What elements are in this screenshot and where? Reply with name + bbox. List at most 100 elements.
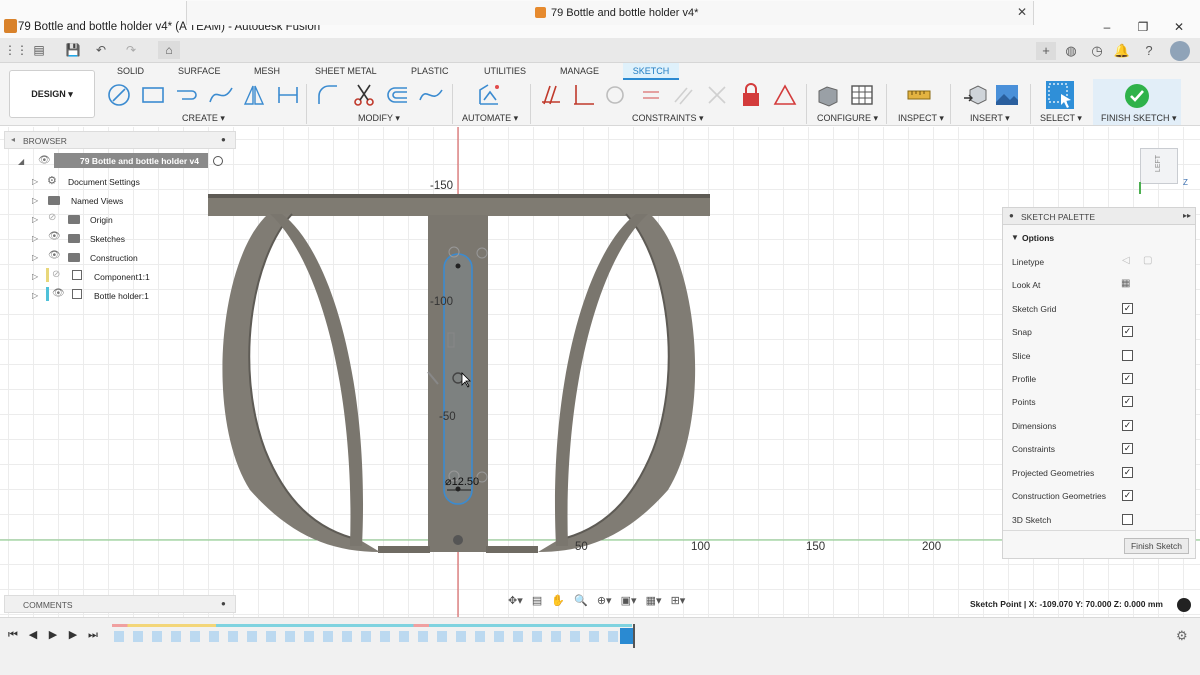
equal-constraint-icon[interactable]	[638, 82, 664, 108]
tab-sheet-metal[interactable]: SHEET METAL	[315, 66, 377, 76]
configure-table-icon[interactable]	[849, 82, 875, 108]
expand-icon[interactable]: ▷	[32, 253, 38, 262]
timeline-current-sketch[interactable]	[620, 628, 634, 644]
expand-icon[interactable]: ▷	[32, 272, 38, 281]
tab-mesh[interactable]: MESH	[254, 66, 280, 76]
undo-icon[interactable]: ↶	[92, 41, 110, 59]
comments-options-icon[interactable]: ●	[221, 599, 226, 608]
insert-group-label[interactable]: INSERT ▾	[970, 113, 1010, 124]
diameter-dimension[interactable]: ⌀12.50	[445, 475, 479, 488]
visibility-eye-icon[interactable]: 👁	[48, 231, 61, 242]
inspect-group-label[interactable]: INSPECT ▾	[898, 113, 944, 124]
timeline-last-icon[interactable]: ⏭	[86, 628, 100, 642]
timeline-play-icon[interactable]: ▶	[46, 628, 60, 642]
sketch-grid-checkbox[interactable]: ✓	[1122, 303, 1133, 314]
create-group-label[interactable]: CREATE ▾	[182, 113, 225, 124]
display-settings-icon[interactable]: ▣▾	[621, 595, 637, 607]
browser-item-bottle-holder[interactable]: Bottle holder:1	[94, 291, 149, 301]
tab-plastic[interactable]: PLASTIC	[411, 66, 449, 76]
fix-constraint-icon[interactable]	[704, 82, 730, 108]
select-group-label[interactable]: SELECT ▾	[1040, 113, 1082, 124]
triangle-constraint-icon[interactable]	[772, 82, 798, 108]
browser-item-document-settings[interactable]: Document Settings	[68, 177, 140, 187]
grid-settings-icon[interactable]: ▦▾	[646, 595, 662, 607]
lock-icon[interactable]	[738, 82, 764, 108]
tab-manage[interactable]: MANAGE	[560, 66, 599, 76]
configure-group-label[interactable]: CONFIGURE ▾	[817, 113, 878, 124]
apps-grid-icon[interactable]: ⋮⋮	[4, 41, 28, 59]
zoom-window-icon[interactable]: ⊕▾	[597, 595, 612, 607]
job-status-icon[interactable]: ◷	[1088, 42, 1106, 60]
curve-tool-icon[interactable]	[418, 82, 444, 108]
visibility-eye-icon[interactable]: 👁	[52, 288, 65, 299]
perpendicular-constraint-icon[interactable]	[570, 82, 596, 108]
browser-item-construction[interactable]: Construction	[90, 253, 138, 263]
finish-sketch-button[interactable]: Finish Sketch	[1124, 538, 1189, 554]
automate-group-label[interactable]: AUTOMATE ▾	[462, 113, 518, 124]
timeline-next-icon[interactable]: ▶	[66, 628, 80, 642]
collapse-panel-icon[interactable]: ◂	[11, 135, 15, 144]
tab-surface[interactable]: SURFACE	[178, 66, 221, 76]
redo-icon[interactable]: ↷	[122, 41, 140, 59]
projected-geometries-checkbox[interactable]: ✓	[1122, 467, 1133, 478]
points-checkbox[interactable]: ✓	[1122, 396, 1133, 407]
browser-item-named-views[interactable]: Named Views	[71, 196, 123, 206]
fillet-tool-icon[interactable]	[315, 82, 341, 108]
rectangle-tool-icon[interactable]	[140, 82, 166, 108]
options-collapse-icon[interactable]: ▼	[1011, 233, 1019, 242]
mirror-tool-icon[interactable]	[241, 82, 267, 108]
viewports-icon[interactable]: ⊞▾	[671, 595, 686, 607]
browser-options-icon[interactable]: ●	[221, 135, 226, 144]
configure-cube-icon[interactable]	[815, 82, 841, 108]
notifications-icon[interactable]: 🔔	[1113, 42, 1131, 60]
activate-radio-icon[interactable]	[213, 156, 223, 166]
insert-derive-icon[interactable]	[962, 82, 988, 108]
browser-item-sketches[interactable]: Sketches	[90, 234, 125, 244]
expand-icon[interactable]: ▷	[32, 291, 38, 300]
dimensions-checkbox[interactable]: ✓	[1122, 420, 1133, 431]
minimize-button[interactable]: –	[1096, 18, 1118, 36]
timeline-previous-icon[interactable]: ◀	[26, 628, 40, 642]
dimension-tool-icon[interactable]	[275, 82, 301, 108]
close-window-button[interactable]: ✕	[1168, 18, 1190, 36]
browser-header[interactable]: ◂ BROWSER ●	[4, 131, 236, 149]
trim-scissors-icon[interactable]	[351, 82, 377, 108]
finish-sketch-check-icon[interactable]	[1124, 83, 1150, 109]
user-avatar[interactable]	[1170, 41, 1190, 61]
sketch-palette-header[interactable]: ● SKETCH PALETTE ▸▸	[1003, 208, 1195, 225]
orbit-icon[interactable]: ✥▾	[508, 595, 523, 607]
coincident-constraint-icon[interactable]	[538, 82, 564, 108]
hidden-eye-icon[interactable]: ⊘	[48, 212, 56, 223]
visibility-eye-icon[interactable]: 👁	[38, 155, 51, 166]
modify-group-label[interactable]: MODIFY ▾	[358, 113, 400, 124]
offset-tool-icon[interactable]	[385, 82, 411, 108]
measure-ruler-icon[interactable]	[906, 82, 932, 108]
construction-geometries-checkbox[interactable]: ✓	[1122, 490, 1133, 501]
constraints-group-label[interactable]: CONSTRAINTS ▾	[632, 113, 704, 124]
save-icon[interactable]: 💾	[64, 41, 82, 59]
file-menu-icon[interactable]: ▤	[30, 41, 48, 59]
help-icon[interactable]: ?	[1140, 42, 1158, 60]
extensions-icon[interactable]: ◍	[1062, 42, 1080, 60]
view-cube-face-label[interactable]: LEFT	[1155, 155, 1162, 172]
expand-icon[interactable]: ▷	[32, 177, 38, 186]
tangent-constraint-icon[interactable]	[602, 82, 628, 108]
insert-image-icon[interactable]	[994, 82, 1020, 108]
parallel-constraint-icon[interactable]	[670, 82, 696, 108]
snap-checkbox[interactable]: ✓	[1122, 326, 1133, 337]
new-tab-icon[interactable]: +	[1036, 42, 1056, 60]
status-indicator-icon[interactable]	[1177, 598, 1191, 612]
options-section-title[interactable]: Options	[1022, 233, 1054, 243]
timeline-first-icon[interactable]: ⏮	[6, 628, 20, 642]
comments-panel[interactable]: COMMENTS ●	[4, 595, 236, 613]
browser-item-component1[interactable]: Component1:1	[94, 272, 150, 282]
expand-icon[interactable]: ▷	[32, 196, 38, 205]
expand-root-icon[interactable]: ◢	[18, 157, 24, 166]
profile-checkbox[interactable]: ✓	[1122, 373, 1133, 384]
3d-sketch-checkbox[interactable]	[1122, 514, 1133, 525]
pan-icon[interactable]: ✋	[551, 595, 565, 607]
close-tab-icon[interactable]: ✕	[1017, 5, 1027, 19]
slot-tool-icon[interactable]	[174, 82, 200, 108]
linetype-construction-icon[interactable]: ◁	[1122, 255, 1130, 266]
timeline-settings-gear-icon[interactable]: ⚙	[1176, 628, 1188, 644]
